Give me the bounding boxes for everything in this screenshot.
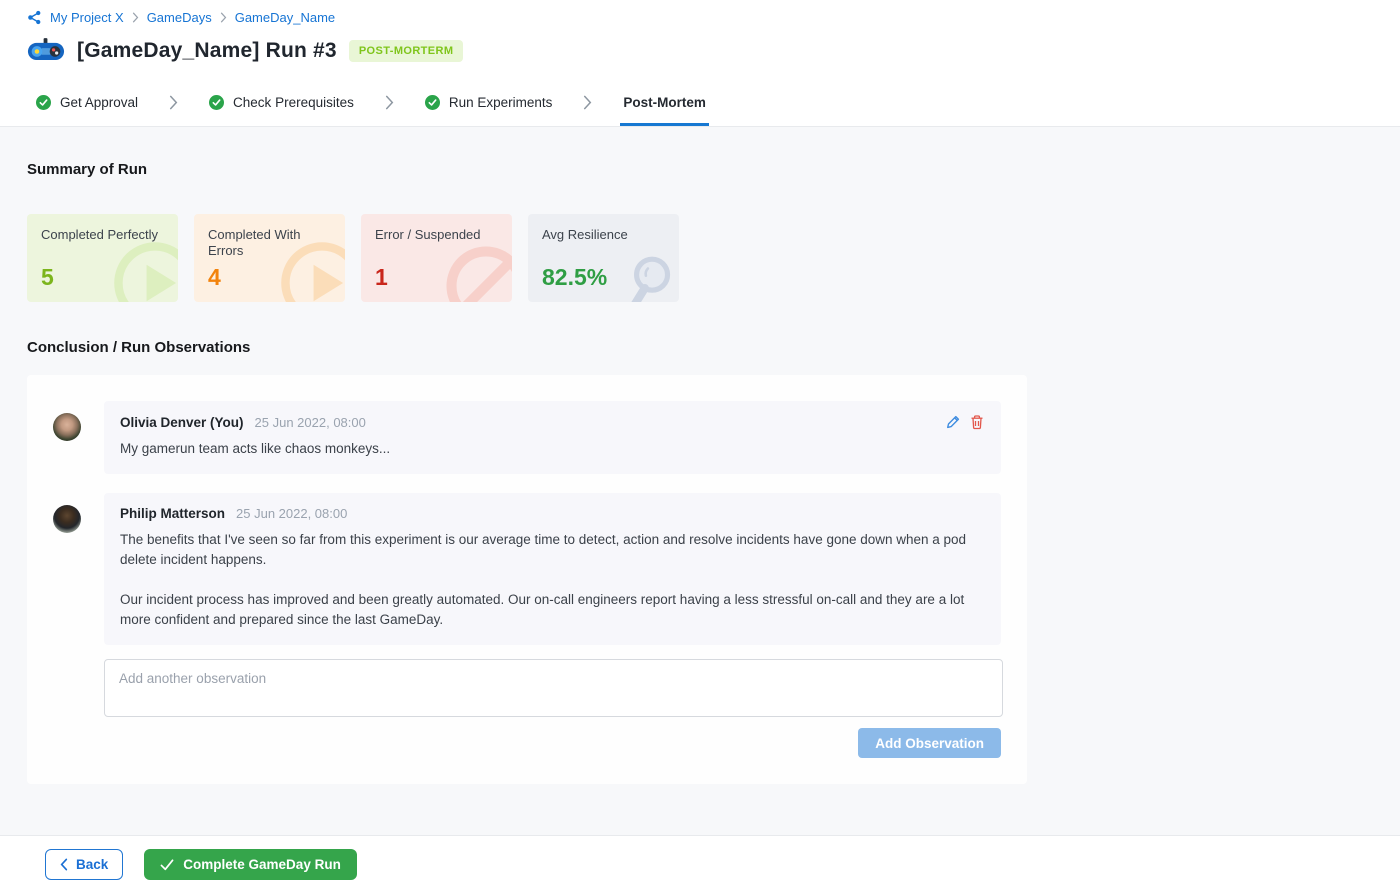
chevron-right-icon (132, 12, 139, 23)
check-circle-icon (209, 95, 224, 110)
step-check-prerequisites[interactable]: Check Prerequisites (206, 79, 357, 126)
card-label: Avg Resilience (542, 227, 665, 243)
card-label: Completed With Errors (208, 227, 331, 260)
chevron-right-icon (357, 79, 422, 126)
gamepad-icon (27, 38, 65, 64)
comment-author: Philip Matterson (120, 506, 225, 521)
comment-bubble: Olivia Denver (You) 25 Jun 2022, 08:00 M… (104, 401, 1001, 474)
comment-timestamp: 25 Jun 2022, 08:00 (236, 506, 347, 521)
card-label: Error / Suspended (375, 227, 498, 243)
chevron-right-icon (220, 12, 227, 23)
avatar (53, 505, 81, 533)
card-label: Completed Perfectly (41, 227, 164, 243)
avatar (53, 413, 81, 441)
add-observation-button[interactable]: Add Observation (858, 728, 1001, 758)
breadcrumb-item-gameday-name[interactable]: GameDay_Name (235, 10, 335, 25)
card-value: 4 (208, 266, 331, 289)
breadcrumb-item-project[interactable]: My Project X (50, 10, 124, 25)
comment-author: Olivia Denver (You) (120, 415, 244, 430)
card-completed-with-errors: Completed With Errors 4 (194, 214, 345, 302)
stepper: Get Approval Check Prerequisites Run Exp… (0, 79, 1400, 127)
step-label: Get Approval (60, 95, 138, 110)
breadcrumb: My Project X GameDays GameDay_Name (27, 10, 1400, 25)
delete-icon[interactable] (969, 414, 985, 430)
observation-input[interactable] (104, 659, 1003, 717)
complete-button-label: Complete GameDay Run (183, 857, 341, 872)
card-error-suspended: Error / Suspended 1 (361, 214, 512, 302)
footer: Back Complete GameDay Run (0, 835, 1400, 893)
comment-row: Olivia Denver (You) 25 Jun 2022, 08:00 M… (53, 401, 1001, 474)
summary-heading: Summary of Run (27, 161, 1373, 178)
back-button[interactable]: Back (45, 849, 123, 880)
chevron-right-icon (141, 79, 206, 126)
summary-cards: Completed Perfectly 5 Completed With Err… (27, 214, 1373, 302)
step-get-approval[interactable]: Get Approval (33, 79, 141, 126)
status-badge: POST-MORTERM (349, 40, 464, 62)
chevron-left-icon (60, 858, 68, 871)
comment-row: Philip Matterson 25 Jun 2022, 08:00 The … (53, 493, 1001, 645)
comment-timestamp: 25 Jun 2022, 08:00 (255, 415, 366, 430)
gameday-run-page: My Project X GameDays GameDay_Name [Game… (0, 0, 1400, 893)
observations-heading: Conclusion / Run Observations (27, 339, 1373, 356)
card-avg-resilience: Avg Resilience 82.5% (528, 214, 679, 302)
card-value: 82.5% (542, 266, 665, 289)
breadcrumb-item-gamedays[interactable]: GameDays (147, 10, 212, 25)
title-row: [GameDay_Name] Run #3 POST-MORTERM (27, 38, 1400, 64)
check-icon (160, 859, 174, 871)
check-circle-icon (425, 95, 440, 110)
card-value: 5 (41, 266, 164, 289)
step-label: Run Experiments (449, 95, 553, 110)
step-label: Check Prerequisites (233, 95, 354, 110)
header: My Project X GameDays GameDay_Name [Game… (0, 0, 1400, 64)
comment-text: The benefits that I've seen so far from … (120, 530, 985, 570)
comment-text: My gamerun team acts like chaos monkeys.… (120, 439, 985, 459)
main-content: Summary of Run Completed Perfectly 5 Com… (0, 127, 1400, 835)
share-icon (27, 10, 42, 25)
back-button-label: Back (76, 857, 108, 872)
edit-icon[interactable] (945, 414, 961, 430)
tab-post-mortem[interactable]: Post-Mortem (620, 79, 709, 126)
comment-text: Our incident process has improved and be… (120, 590, 985, 630)
step-run-experiments[interactable]: Run Experiments (422, 79, 556, 126)
step-label: Post-Mortem (623, 95, 706, 110)
observations-panel: Olivia Denver (You) 25 Jun 2022, 08:00 M… (27, 375, 1027, 784)
card-value: 1 (375, 266, 498, 289)
card-completed-perfectly: Completed Perfectly 5 (27, 214, 178, 302)
complete-gameday-run-button[interactable]: Complete GameDay Run (144, 849, 357, 880)
page-title: [GameDay_Name] Run #3 (77, 39, 337, 63)
comment-bubble: Philip Matterson 25 Jun 2022, 08:00 The … (104, 493, 1001, 645)
chevron-right-icon (555, 79, 620, 126)
check-circle-icon (36, 95, 51, 110)
